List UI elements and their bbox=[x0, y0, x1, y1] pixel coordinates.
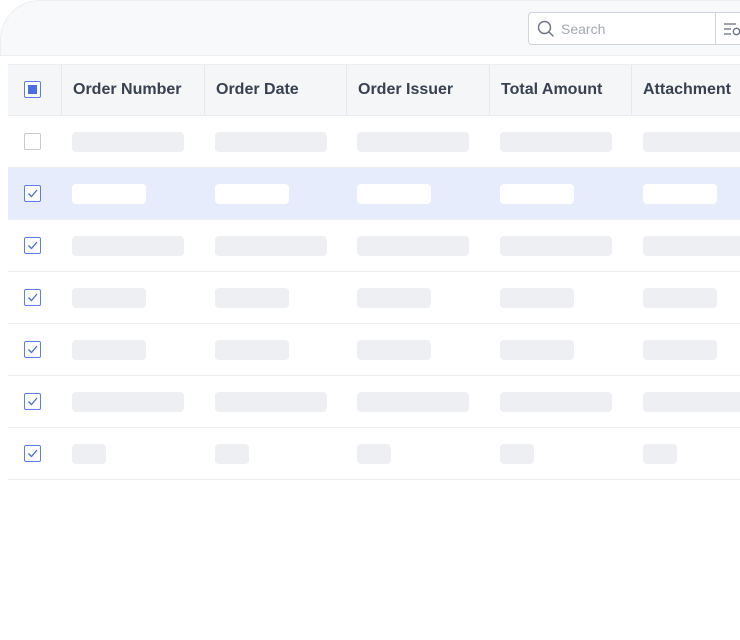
skeleton-order-issuer bbox=[357, 340, 431, 360]
skeleton-order-issuer bbox=[357, 184, 431, 204]
check-icon bbox=[28, 241, 38, 250]
filter-icon bbox=[724, 23, 740, 36]
column-header-order-date[interactable]: Order Date bbox=[204, 65, 347, 115]
skeleton-order-number bbox=[72, 236, 184, 256]
search-input[interactable] bbox=[561, 18, 711, 40]
column-header-order-issuer[interactable]: Order Issuer bbox=[346, 65, 489, 115]
column-header-attachment[interactable]: Attachment bbox=[631, 65, 740, 115]
skeleton-total-amount bbox=[500, 340, 574, 360]
skeleton-order-number bbox=[72, 340, 146, 360]
skeleton-order-number bbox=[72, 288, 146, 308]
skeleton-total-amount bbox=[500, 288, 574, 308]
skeleton-attachment bbox=[643, 184, 717, 204]
table-body bbox=[8, 116, 740, 480]
skeleton-order-issuer bbox=[357, 236, 469, 256]
table-row[interactable] bbox=[8, 376, 740, 428]
skeleton-total-amount bbox=[500, 132, 612, 152]
table-row[interactable] bbox=[8, 168, 740, 220]
table-row[interactable] bbox=[8, 272, 740, 324]
skeleton-order-issuer bbox=[357, 132, 469, 152]
skeleton-order-number bbox=[72, 184, 146, 204]
skeleton-attachment bbox=[643, 392, 740, 412]
skeleton-order-date bbox=[215, 184, 289, 204]
table-row[interactable] bbox=[8, 428, 740, 480]
skeleton-order-date bbox=[215, 444, 249, 464]
skeleton-total-amount bbox=[500, 392, 612, 412]
toolbar bbox=[0, 0, 740, 56]
table-row[interactable] bbox=[8, 220, 740, 272]
filter-button[interactable] bbox=[715, 12, 740, 45]
row-checkbox[interactable] bbox=[24, 341, 41, 358]
header-select-cell bbox=[8, 65, 61, 115]
skeleton-order-issuer bbox=[357, 444, 391, 464]
check-icon bbox=[28, 189, 38, 198]
skeleton-total-amount bbox=[500, 236, 612, 256]
check-icon bbox=[28, 345, 38, 354]
row-checkbox[interactable] bbox=[24, 133, 41, 150]
check-icon bbox=[28, 293, 38, 302]
skeleton-attachment bbox=[643, 236, 740, 256]
skeleton-order-date bbox=[215, 288, 289, 308]
skeleton-order-date bbox=[215, 236, 327, 256]
row-checkbox[interactable] bbox=[24, 289, 41, 306]
check-icon bbox=[28, 449, 38, 458]
table-header: Order Number Order Date Order Issuer Tot… bbox=[8, 64, 740, 116]
select-all-checkbox[interactable] bbox=[24, 81, 41, 98]
skeleton-order-number bbox=[72, 392, 184, 412]
skeleton-total-amount bbox=[500, 184, 574, 204]
skeleton-order-date bbox=[215, 392, 327, 412]
page: Order Number Order Date Order Issuer Tot… bbox=[0, 0, 740, 640]
skeleton-attachment bbox=[643, 340, 717, 360]
row-checkbox[interactable] bbox=[24, 185, 41, 202]
column-header-order-number[interactable]: Order Number bbox=[61, 65, 204, 115]
column-header-total-amount[interactable]: Total Amount bbox=[489, 65, 632, 115]
skeleton-order-date bbox=[215, 132, 327, 152]
skeleton-order-issuer bbox=[357, 392, 469, 412]
table-row[interactable] bbox=[8, 116, 740, 168]
row-checkbox[interactable] bbox=[24, 445, 41, 462]
row-checkbox[interactable] bbox=[24, 393, 41, 410]
skeleton-order-date bbox=[215, 340, 289, 360]
skeleton-attachment bbox=[643, 132, 740, 152]
skeleton-attachment bbox=[643, 444, 677, 464]
skeleton-order-issuer bbox=[357, 288, 431, 308]
skeleton-attachment bbox=[643, 288, 717, 308]
table-row[interactable] bbox=[8, 324, 740, 376]
row-checkbox[interactable] bbox=[24, 237, 41, 254]
search-icon bbox=[537, 20, 554, 37]
search-box[interactable] bbox=[528, 12, 728, 45]
skeleton-order-number bbox=[72, 444, 106, 464]
indeterminate-indicator bbox=[28, 85, 37, 94]
skeleton-order-number bbox=[72, 132, 184, 152]
check-icon bbox=[28, 397, 38, 406]
orders-table: Order Number Order Date Order Issuer Tot… bbox=[8, 64, 740, 480]
skeleton-total-amount bbox=[500, 444, 534, 464]
